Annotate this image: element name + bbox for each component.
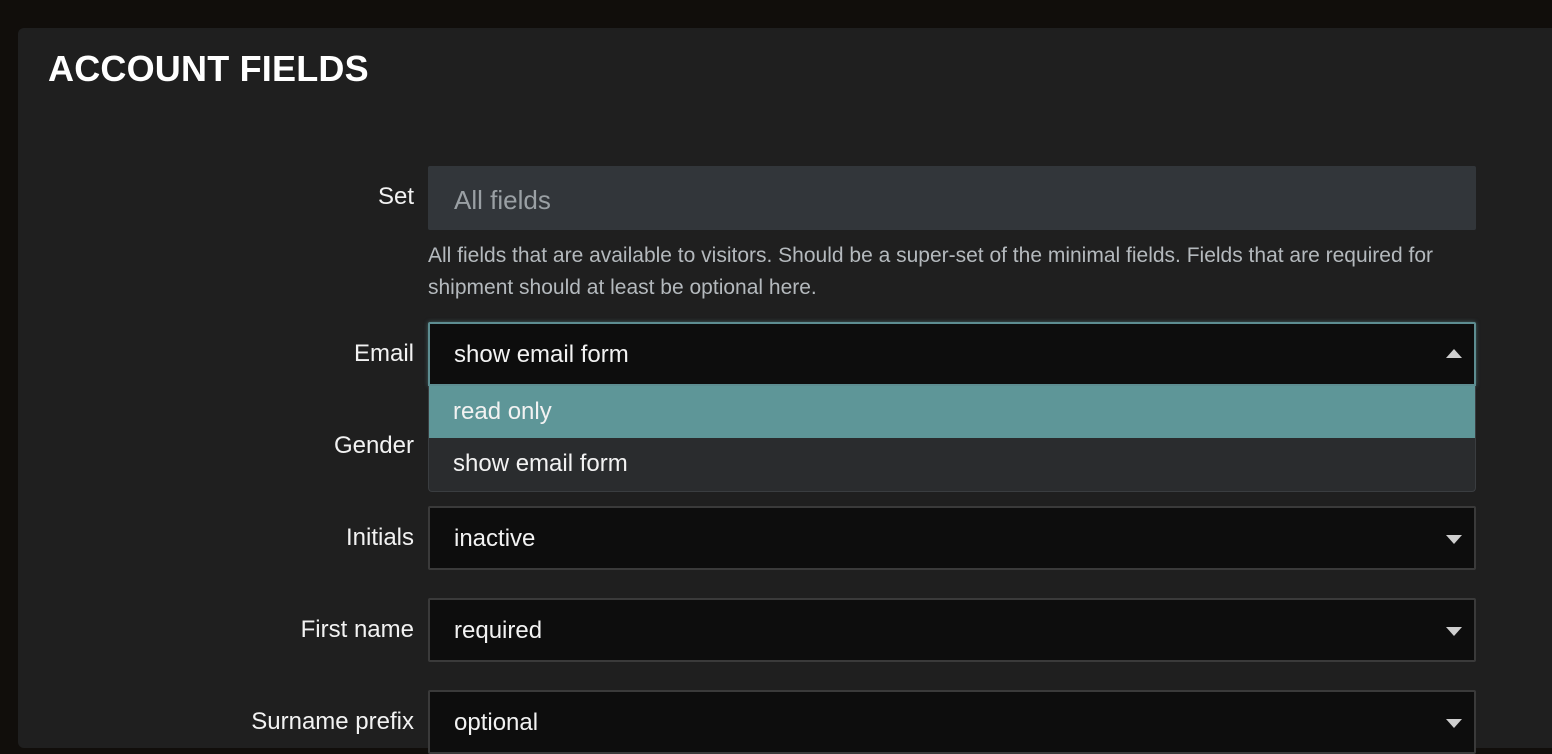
email-select[interactable]: show email form xyxy=(428,322,1476,386)
gender-label: Gender xyxy=(333,432,414,459)
set-label: Set xyxy=(377,183,414,210)
chevron-up-icon xyxy=(1446,349,1462,358)
first-name-select[interactable]: required xyxy=(428,598,1476,662)
surname-prefix-select[interactable]: optional xyxy=(428,690,1476,754)
chevron-down-icon xyxy=(1446,627,1462,636)
email-select-value: show email form xyxy=(454,341,629,368)
chevron-down-icon xyxy=(1446,535,1462,544)
set-input[interactable]: All fields xyxy=(428,166,1476,230)
surname-prefix-select-value: optional xyxy=(454,709,539,736)
email-label: Email xyxy=(353,340,414,367)
set-placeholder: All fields xyxy=(454,185,551,215)
account-fields-panel: ACCOUNT FIELDS Set All fields All fields… xyxy=(18,28,1552,754)
first-name-label: First name xyxy=(300,616,414,643)
initials-label: Initials xyxy=(345,524,414,551)
set-help-text: All fields that are available to visitor… xyxy=(428,244,1433,299)
dropdown-option-read-only[interactable]: read only xyxy=(429,386,1475,438)
dropdown-option-show-email-form[interactable]: show email form xyxy=(429,438,1475,490)
panel-title: ACCOUNT FIELDS xyxy=(48,48,369,89)
email-dropdown-menu: read only show email form xyxy=(428,386,1476,492)
initials-select-value: inactive xyxy=(454,525,536,552)
initials-select[interactable]: inactive xyxy=(428,506,1476,570)
chevron-down-icon xyxy=(1446,719,1462,728)
first-name-select-value: required xyxy=(454,617,543,644)
